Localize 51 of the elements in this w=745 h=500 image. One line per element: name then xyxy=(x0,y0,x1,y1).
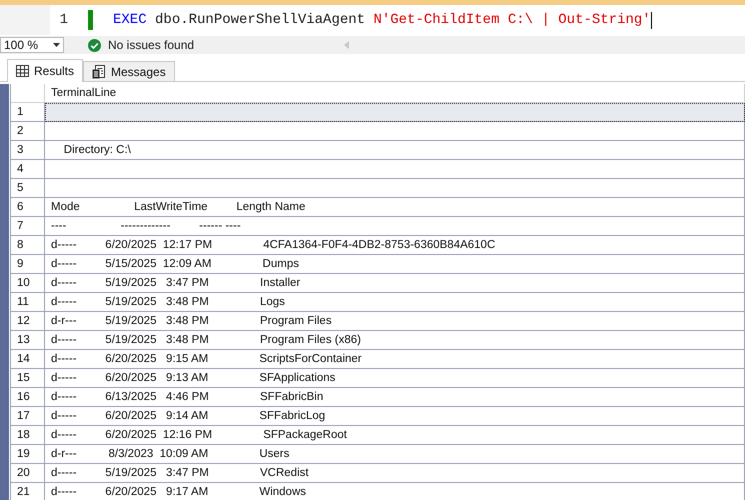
row-number[interactable]: 21 xyxy=(11,483,45,500)
tab[interactable]: Results xyxy=(7,59,84,82)
table-cell: d----- 5/19/2025 3:47 PM Installer xyxy=(45,274,745,293)
zoom-dropdown[interactable]: 100 % xyxy=(0,37,64,53)
document-icon xyxy=(92,64,106,78)
status-text: No issues found xyxy=(108,38,194,52)
table-cell: d----- 6/20/2025 9:14 AM SFFabricLog xyxy=(45,407,745,426)
table-cell: d-r--- 8/3/2023 10:09 AM Users xyxy=(45,445,745,464)
text-cursor xyxy=(650,12,652,28)
row-number[interactable]: 16 xyxy=(11,388,45,407)
change-marker xyxy=(88,10,93,30)
row-number[interactable]: 10 xyxy=(11,274,45,293)
row-number[interactable]: 15 xyxy=(11,369,45,388)
row-number[interactable]: 8 xyxy=(11,236,45,255)
table-cell: d----- 6/20/2025 12:16 PM SFPackageRoot xyxy=(45,426,745,445)
table-cell: d----- 6/20/2025 9:17 AM Windows xyxy=(45,483,745,500)
table-cell: d----- 5/19/2025 3:47 PM VCRedist xyxy=(45,464,745,483)
row-number[interactable]: 7 xyxy=(11,217,45,236)
table-cell: d----- 6/20/2025 9:13 AM SFApplications xyxy=(45,369,745,388)
row-number[interactable]: 2 xyxy=(11,122,45,141)
row-number[interactable]: 6 xyxy=(11,198,45,217)
row-number[interactable]: 5 xyxy=(11,179,45,198)
grid-icon xyxy=(16,65,29,77)
table-cell: d-r--- 5/19/2025 3:48 PM Program Files xyxy=(45,312,745,331)
table-cell: d----- 6/20/2025 9:15 AM ScriptsForContainer xyxy=(45,350,745,369)
table-cell: d----- 6/13/2025 4:46 PM SFFabricBin xyxy=(45,388,745,407)
caret-icon xyxy=(53,43,60,47)
line-number: 1 xyxy=(58,12,68,28)
row-number[interactable]: 3 xyxy=(11,141,45,160)
table-cell: ---- ------------- ------ ---- xyxy=(45,217,745,236)
row-number[interactable]: 9 xyxy=(11,255,45,274)
row-number[interactable]: 14 xyxy=(11,350,45,369)
table-cell: d----- 5/15/2025 12:09 AM Dumps xyxy=(45,255,745,274)
table-cell: d----- 5/19/2025 3:48 PM Program Files (x86) xyxy=(45,331,745,350)
table-cell: Mode LastWriteTime Length Name xyxy=(45,198,745,217)
tab[interactable]: Messages xyxy=(83,61,175,81)
table-cell: d----- 6/20/2025 12:17 PM 4CFA1364-F0F4-4DB2-8753-6360B84A610C xyxy=(45,236,745,255)
row-number[interactable]: 17 xyxy=(11,407,45,426)
row-number[interactable]: 11 xyxy=(11,293,45,312)
row-number[interactable]: 4 xyxy=(11,160,45,179)
grid-corner[interactable] xyxy=(11,84,45,103)
row-number[interactable]: 13 xyxy=(11,331,45,350)
row-number[interactable]: 18 xyxy=(11,426,45,445)
check-icon xyxy=(88,38,101,52)
row-number[interactable]: 20 xyxy=(11,464,45,483)
row-number[interactable]: 19 xyxy=(11,445,45,464)
scroll-arrow-icon[interactable] xyxy=(344,41,350,49)
table-cell: Directory: C:\ xyxy=(45,141,745,160)
table-cell: d----- 5/19/2025 3:48 PM Logs xyxy=(45,293,745,312)
row-number[interactable]: 12 xyxy=(11,312,45,331)
code-line[interactable]: EXEC dbo.RunPowerShellViaAgent N'Get-ChildItem C:\ | Out-String' xyxy=(113,12,651,28)
